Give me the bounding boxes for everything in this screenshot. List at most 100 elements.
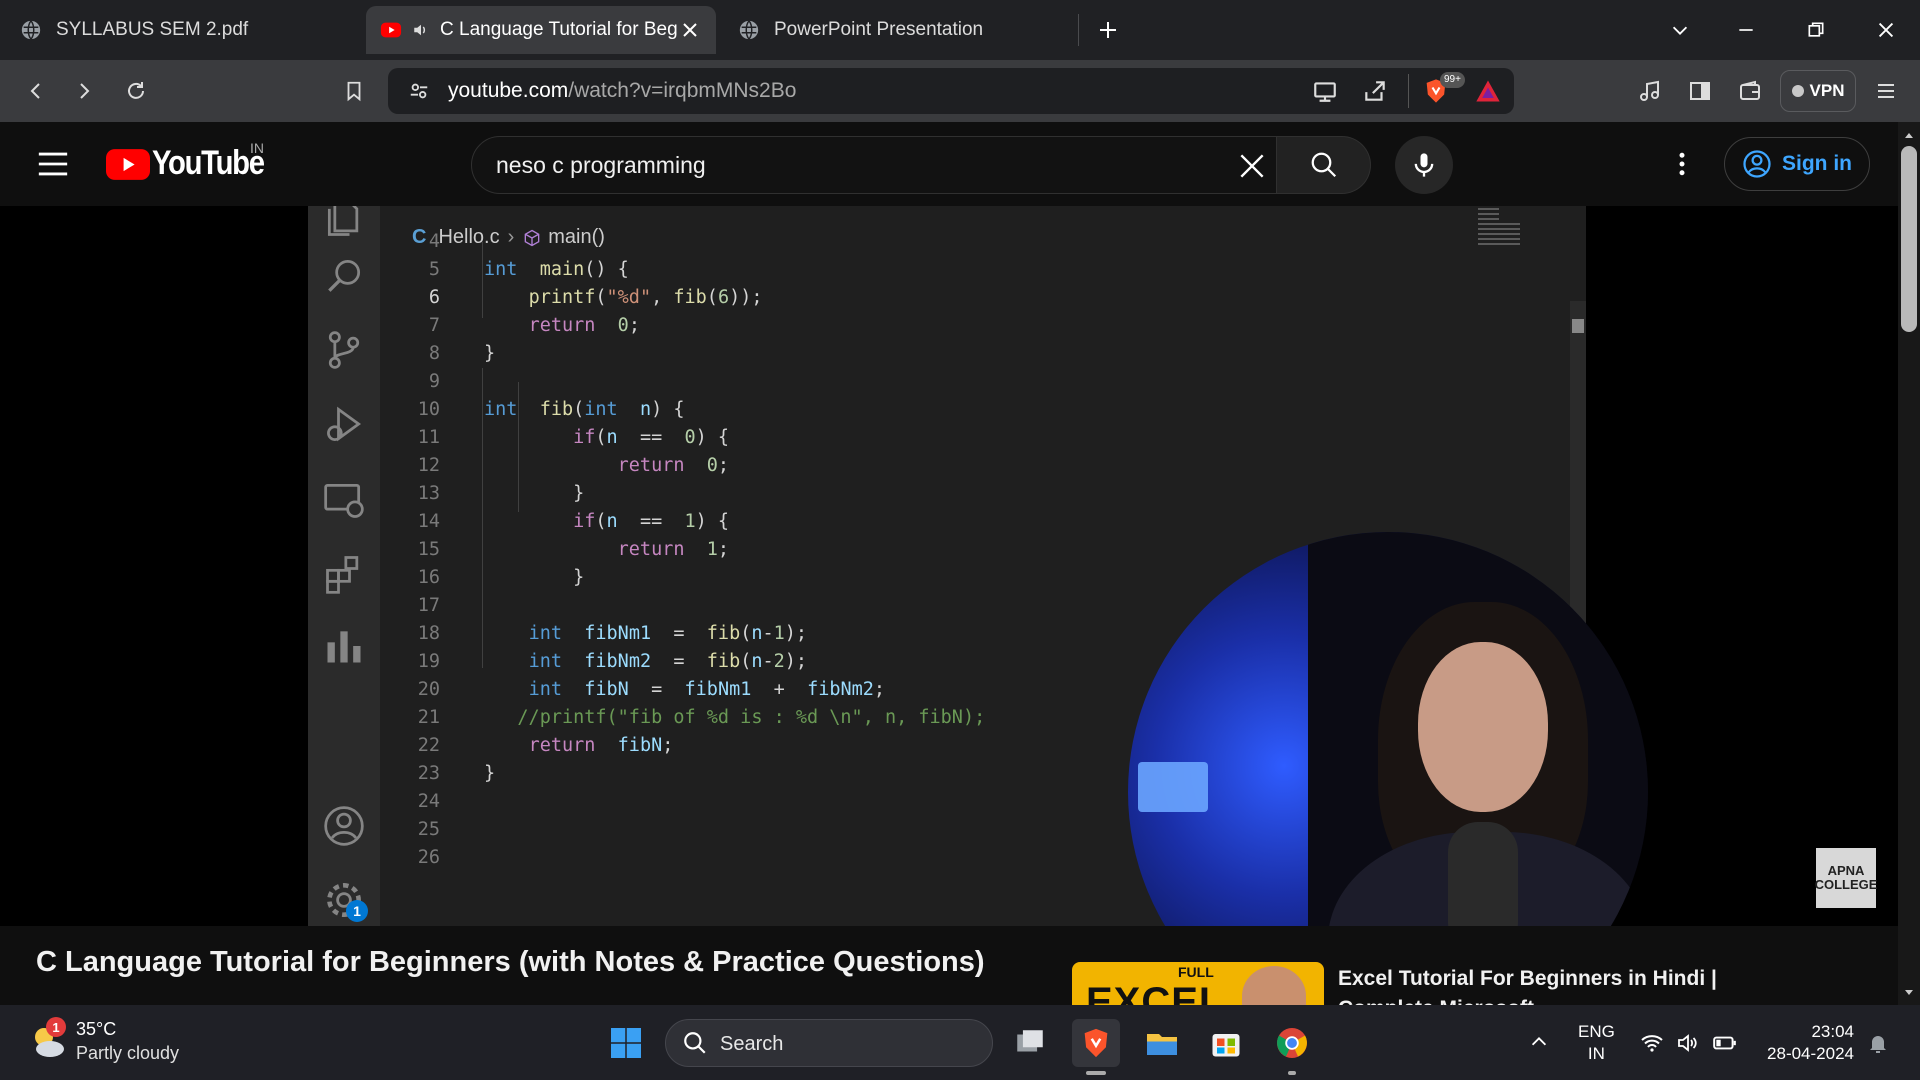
tab-youtube-video[interactable]: C Language Tutorial for Begi [366, 6, 716, 54]
search-button[interactable] [1277, 136, 1371, 194]
recommended-title[interactable]: Excel Tutorial For Beginners in Hindi | … [1338, 964, 1798, 1005]
yt-menu-icon[interactable] [36, 147, 70, 181]
code-token: } [484, 763, 496, 784]
code-token: ); [784, 623, 808, 644]
url-text[interactable]: youtube.com/watch?v=irqbmMNs2Bo [448, 79, 796, 103]
taskbar-file-explorer[interactable] [1138, 1019, 1186, 1067]
site-settings-icon[interactable] [408, 80, 430, 102]
code-line[interactable]: 11 if(n == 0) { [380, 424, 1500, 452]
code-token: fibNm1 [584, 623, 652, 644]
code-token: return [617, 539, 685, 560]
code-line[interactable]: 7 return 0; [380, 312, 1500, 340]
watermark-line2: COLLEGE [1814, 877, 1878, 892]
minimize-button[interactable] [1726, 10, 1766, 50]
search-input[interactable]: neso c programming [496, 152, 706, 179]
battery-icon[interactable] [1712, 1030, 1738, 1056]
speaker-icon[interactable] [412, 21, 430, 39]
scroll-up-icon[interactable] [1904, 130, 1914, 140]
start-button[interactable] [602, 1019, 650, 1067]
video-player[interactable]: 1 C Hello.c › main() 4 5 int main() {6 pri… [0, 206, 1898, 926]
address-bar[interactable]: youtube.com/watch?v=irqbmMNs2Bo 99+ [388, 68, 1514, 114]
chrome-running-indicator [1288, 1071, 1296, 1075]
wifi-icon[interactable] [1640, 1031, 1664, 1055]
more-options-icon[interactable] [1667, 149, 1697, 179]
close-window-button[interactable] [1866, 10, 1906, 50]
code-token: - [762, 651, 774, 672]
search-icon [328, 259, 361, 292]
back-button[interactable] [16, 71, 56, 111]
code-token: 0 [617, 315, 629, 336]
tab-title: SYLLABUS SEM 2.pdf [56, 19, 249, 40]
line-number: 25 [417, 819, 440, 840]
code-line[interactable]: 12 return 0; [380, 452, 1500, 480]
volume-icon[interactable] [1676, 1031, 1700, 1055]
yt-search-box[interactable]: neso c programming [471, 136, 1277, 194]
taskbar-chrome[interactable] [1268, 1019, 1316, 1067]
indent-guide [482, 242, 483, 318]
code-token: ) { [695, 511, 730, 532]
music-note-icon [1640, 80, 1659, 101]
accounts-icon [324, 806, 364, 846]
system-clock[interactable]: 23:04 28-04-2024 [1758, 1021, 1854, 1065]
weather-widget[interactable]: 1 [26, 1017, 68, 1063]
code-line[interactable]: 10 int fib(int n) { [380, 396, 1500, 424]
brave-rewards-icon[interactable] [1474, 77, 1502, 105]
youtube-logo-icon[interactable] [106, 149, 150, 180]
tab-syllabus[interactable]: SYLLABUS SEM 2.pdf [20, 6, 360, 54]
forward-button[interactable] [64, 71, 104, 111]
voice-search-button[interactable] [1395, 136, 1453, 194]
store-icon [1212, 1034, 1240, 1057]
cast-icon[interactable] [1312, 78, 1338, 104]
restore-button[interactable] [1796, 10, 1836, 50]
code-line[interactable]: 6 printf("%d", fib(6)); [380, 284, 1500, 312]
code-line[interactable]: 8} [380, 340, 1500, 368]
thumb-face [1242, 966, 1306, 1005]
notification-bell-icon[interactable] [1866, 1031, 1890, 1055]
main-menu-button[interactable] [1866, 71, 1906, 111]
taskbar-search[interactable]: Search [665, 1019, 993, 1067]
close-tab-icon[interactable] [678, 18, 702, 42]
settings-badge: 1 [346, 900, 368, 922]
code-token: //printf("fib of %d is : %d \n", n, fibN… [517, 707, 986, 728]
code-token: ); [784, 651, 808, 672]
code-line[interactable]: 9 [380, 368, 1500, 396]
input-language[interactable]: ENG IN [1578, 1021, 1615, 1065]
vpn-button[interactable]: VPN [1780, 70, 1856, 112]
line-code: return 0; [484, 312, 640, 340]
page-scrollbar[interactable] [1898, 122, 1920, 1005]
taskbar-store[interactable] [1202, 1019, 1250, 1067]
code-token: 1 [706, 539, 718, 560]
weather-desc[interactable]: Partly cloudy [76, 1043, 179, 1064]
recommended-thumbnail[interactable]: EXCEL FULL [1072, 962, 1324, 1005]
weather-temp[interactable]: 35°C [76, 1019, 116, 1040]
code-token: ; [662, 735, 674, 756]
tab-powerpoint[interactable]: PowerPoint Presentation [738, 6, 1068, 54]
bookmark-button[interactable] [334, 71, 374, 111]
page-scroll-thumb[interactable] [1901, 146, 1917, 332]
code-token: 1 [684, 511, 696, 532]
task-view-button[interactable] [1006, 1019, 1054, 1067]
reload-button[interactable] [116, 71, 156, 111]
taskbar-brave[interactable] [1072, 1019, 1120, 1067]
minimize-icon [1739, 29, 1753, 31]
sidebar-button[interactable] [1680, 71, 1720, 111]
chevron-up-icon[interactable] [1528, 1031, 1550, 1053]
share-icon[interactable] [1362, 78, 1388, 104]
wallet-button[interactable] [1730, 71, 1770, 111]
clear-search-icon[interactable] [1236, 150, 1268, 182]
channel-watermark[interactable]: APNA COLLEGE [1814, 848, 1878, 908]
youtube-wordmark[interactable]: YouTube [152, 144, 265, 183]
tab-search-button[interactable] [1660, 10, 1700, 50]
code-line[interactable]: 4 [380, 228, 1500, 256]
code-line[interactable]: 5 int main() { [380, 256, 1500, 284]
line-code: } [484, 340, 495, 368]
sign-in-button[interactable]: Sign in [1724, 137, 1870, 191]
media-button[interactable] [1630, 71, 1670, 111]
new-tab-button[interactable] [1088, 10, 1128, 50]
run-debug-icon [327, 406, 362, 442]
indent-guide [518, 382, 519, 512]
code-line[interactable]: 13 } [380, 480, 1500, 508]
scroll-down-icon[interactable] [1904, 988, 1914, 998]
